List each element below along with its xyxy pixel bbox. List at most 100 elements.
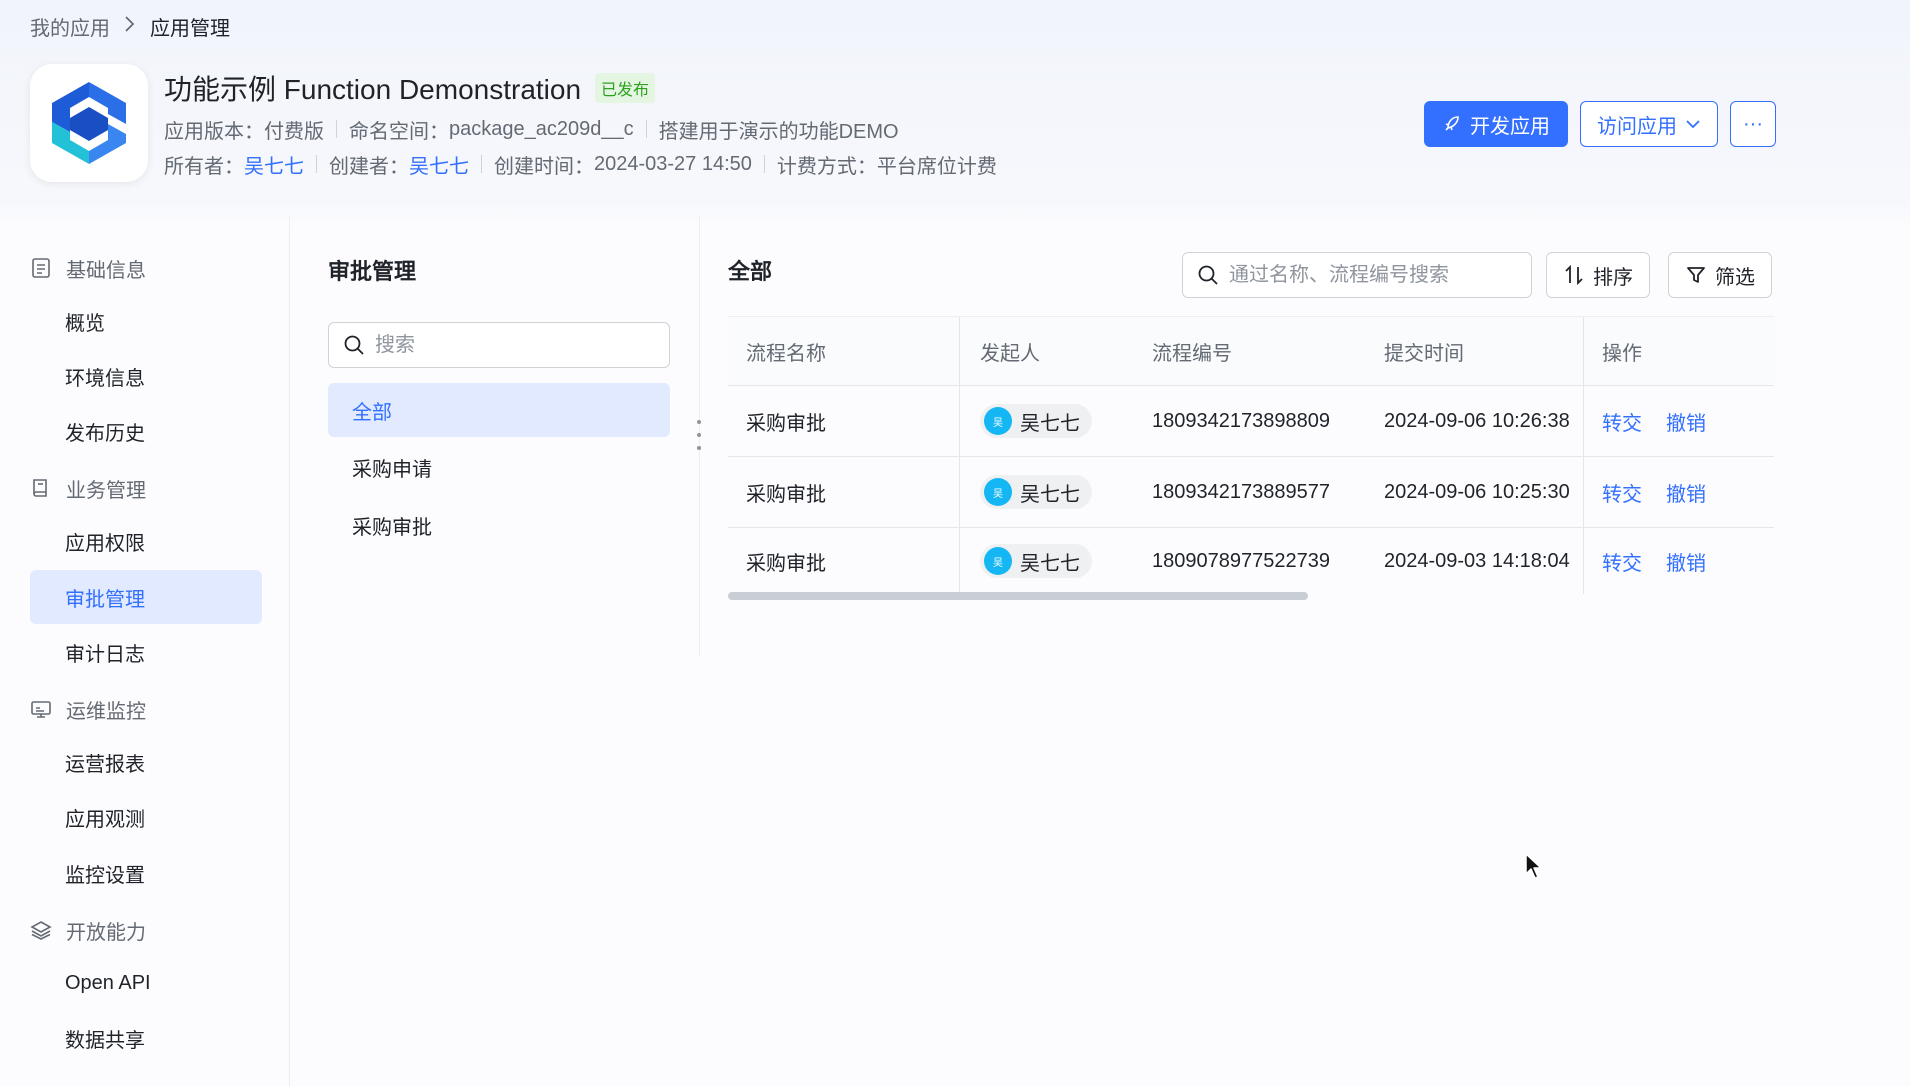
avatar: 吴 (984, 407, 1012, 435)
sidebar-group-label: 基础信息 (66, 259, 146, 282)
filter-button[interactable]: 筛选 (1668, 252, 1772, 298)
panel-resize-handle[interactable] (696, 420, 702, 450)
avatar: 吴 (984, 478, 1012, 506)
revoke-link[interactable]: 撤销 (1666, 547, 1706, 576)
sidebar-item-open-api[interactable]: Open API (30, 956, 262, 1010)
sort-button[interactable]: 排序 (1546, 252, 1650, 298)
app-title-row: 功能示例 Function Demonstration 已发布 (164, 68, 656, 108)
app-logo (30, 64, 148, 182)
app-meta-row-2: 所有者： 吴七七 创建者： 吴七七 创建时间： 2024-03-27 14:50… (164, 150, 997, 178)
rocket-icon (1445, 116, 1459, 131)
layers-icon (30, 921, 52, 940)
billing-value: 平台席位计费 (876, 155, 997, 178)
sidebar-group-business: 业务管理 (30, 468, 146, 508)
initiator-cell: 吴 吴七七 (960, 528, 1134, 594)
sidebar-group-label: 运维监控 (66, 700, 146, 723)
sidebar-group-open: 开放能力 (30, 910, 146, 950)
transfer-link[interactable]: 转交 (1602, 407, 1642, 436)
sidebar-item-data-share[interactable]: 数据共享 (30, 1011, 262, 1065)
process-id: 1809078977522739 (1152, 549, 1330, 572)
creator-link[interactable]: 吴七七 (409, 150, 469, 179)
sidebar-item-observe[interactable]: 应用观测 (30, 790, 262, 844)
sidebar-item-audit[interactable]: 审计日志 (30, 625, 262, 679)
filter-label: 筛选 (1715, 266, 1755, 289)
more-button[interactable]: ··· (1730, 101, 1776, 147)
user-chip[interactable]: 吴 吴七七 (980, 475, 1092, 509)
sidebar-item-overview[interactable]: 概览 (30, 294, 262, 348)
app-title: 功能示例 Function Demonstration (164, 74, 582, 105)
initiator-name: 吴七七 (1020, 412, 1080, 435)
sidebar-item-monitor-settings[interactable]: 监控设置 (30, 846, 262, 900)
version-value: 付费版 (264, 120, 324, 143)
panel-title: 审批管理 (328, 259, 417, 284)
breadcrumb-my-apps[interactable]: 我的应用 (30, 12, 110, 41)
avatar: 吴 (984, 547, 1012, 575)
process-search-input[interactable] (1229, 263, 1529, 287)
app-meta-row-1: 应用版本： 付费版 命名空间： package_ac209d__c 搭建用于演示… (164, 115, 899, 143)
sidebar-item-approval[interactable]: 审批管理 (30, 570, 262, 624)
namespace-value: package_ac209d__c (449, 117, 634, 140)
transfer-link[interactable]: 转交 (1602, 547, 1642, 576)
content-title: 全部 (728, 259, 773, 284)
category-all[interactable]: 全部 (328, 383, 670, 437)
develop-app-button[interactable]: 开发应用 (1424, 101, 1568, 147)
owner-label: 所有者： (164, 155, 244, 178)
actions-cell: 转交 撤销 (1584, 528, 1774, 594)
sidebar-item-env[interactable]: 环境信息 (30, 349, 262, 403)
process-name: 采购审批 (728, 528, 960, 594)
sidebar-item-history[interactable]: 发布历史 (30, 404, 262, 458)
column-header-actions: 操作 (1602, 342, 1642, 365)
transfer-link[interactable]: 转交 (1602, 478, 1642, 507)
breadcrumb: 我的应用 应用管理 (30, 12, 230, 40)
divider (763, 155, 765, 173)
app-management-page: 我的应用 应用管理 功能示例 Function Demonstration 已发… (0, 0, 1910, 1086)
actions-cell: 转交 撤销 (1584, 386, 1774, 456)
table-row[interactable]: 采购审批 吴 吴七七 1809078977522739 2024-09-03 1… (728, 528, 1774, 594)
divider (316, 155, 317, 173)
category-search[interactable] (328, 322, 670, 368)
table-header: 流程名称 发起人 流程编号 提交时间 操作 (728, 316, 1774, 386)
sidebar-item-permissions[interactable]: 应用权限 (30, 514, 262, 568)
app-description: 搭建用于演示的功能DEMO (658, 120, 899, 143)
visit-app-label: 访问应用 (1597, 115, 1677, 138)
sidebar: 基础信息 概览 环境信息 发布历史 业务管理 应用权限 审批管理 审计日志 运维… (0, 216, 290, 1086)
created-time-value: 2024-03-27 14:50 (594, 152, 752, 175)
user-chip[interactable]: 吴 吴七七 (980, 544, 1092, 578)
revoke-link[interactable]: 撤销 (1666, 478, 1706, 507)
divider (481, 155, 482, 173)
version-label: 应用版本： (164, 120, 264, 143)
column-header-initiator: 发起人 (980, 342, 1040, 365)
category-purchase-approval[interactable]: 采购审批 (328, 498, 670, 552)
process-name: 采购审批 (728, 386, 960, 456)
horizontal-scrollbar[interactable] (728, 592, 1308, 600)
created-time-label: 创建时间： (494, 155, 594, 178)
sidebar-item-reports[interactable]: 运营报表 (30, 735, 262, 789)
app-logo-icon (52, 82, 126, 164)
creator-label: 创建者： (329, 155, 409, 178)
column-header-time: 提交时间 (1366, 317, 1584, 385)
user-chip[interactable]: 吴 吴七七 (980, 404, 1092, 438)
sidebar-group-label: 开放能力 (66, 921, 146, 944)
process-search[interactable] (1182, 252, 1532, 298)
book-icon (33, 479, 47, 497)
breadcrumb-current: 应用管理 (150, 17, 230, 40)
owner-link[interactable]: 吴七七 (244, 150, 304, 179)
table-row[interactable]: 采购审批 吴 吴七七 1809342173898809 2024-09-06 1… (728, 386, 1774, 457)
column-header-id: 流程编号 (1152, 342, 1232, 365)
revoke-link[interactable]: 撤销 (1666, 407, 1706, 436)
category-purchase-request[interactable]: 采购申请 (328, 440, 670, 494)
category-search-input[interactable] (375, 333, 655, 357)
namespace-label: 命名空间： (349, 120, 449, 143)
column-header-name: 流程名称 (728, 317, 960, 385)
table-row[interactable]: 采购审批 吴 吴七七 1809342173889577 2024-09-06 1… (728, 457, 1774, 528)
develop-app-label: 开发应用 (1470, 115, 1550, 138)
sidebar-group-basic-info: 基础信息 (30, 248, 146, 288)
doc-icon (32, 258, 50, 278)
chevron-right-icon (124, 13, 136, 39)
search-icon (1198, 265, 1218, 285)
visit-app-button[interactable]: 访问应用 (1580, 101, 1718, 147)
submit-time: 2024-09-03 14:18:04 (1366, 528, 1584, 594)
initiator-name: 吴七七 (1020, 552, 1080, 575)
mouse-cursor-icon (1524, 852, 1544, 885)
monitor-icon (31, 701, 51, 718)
